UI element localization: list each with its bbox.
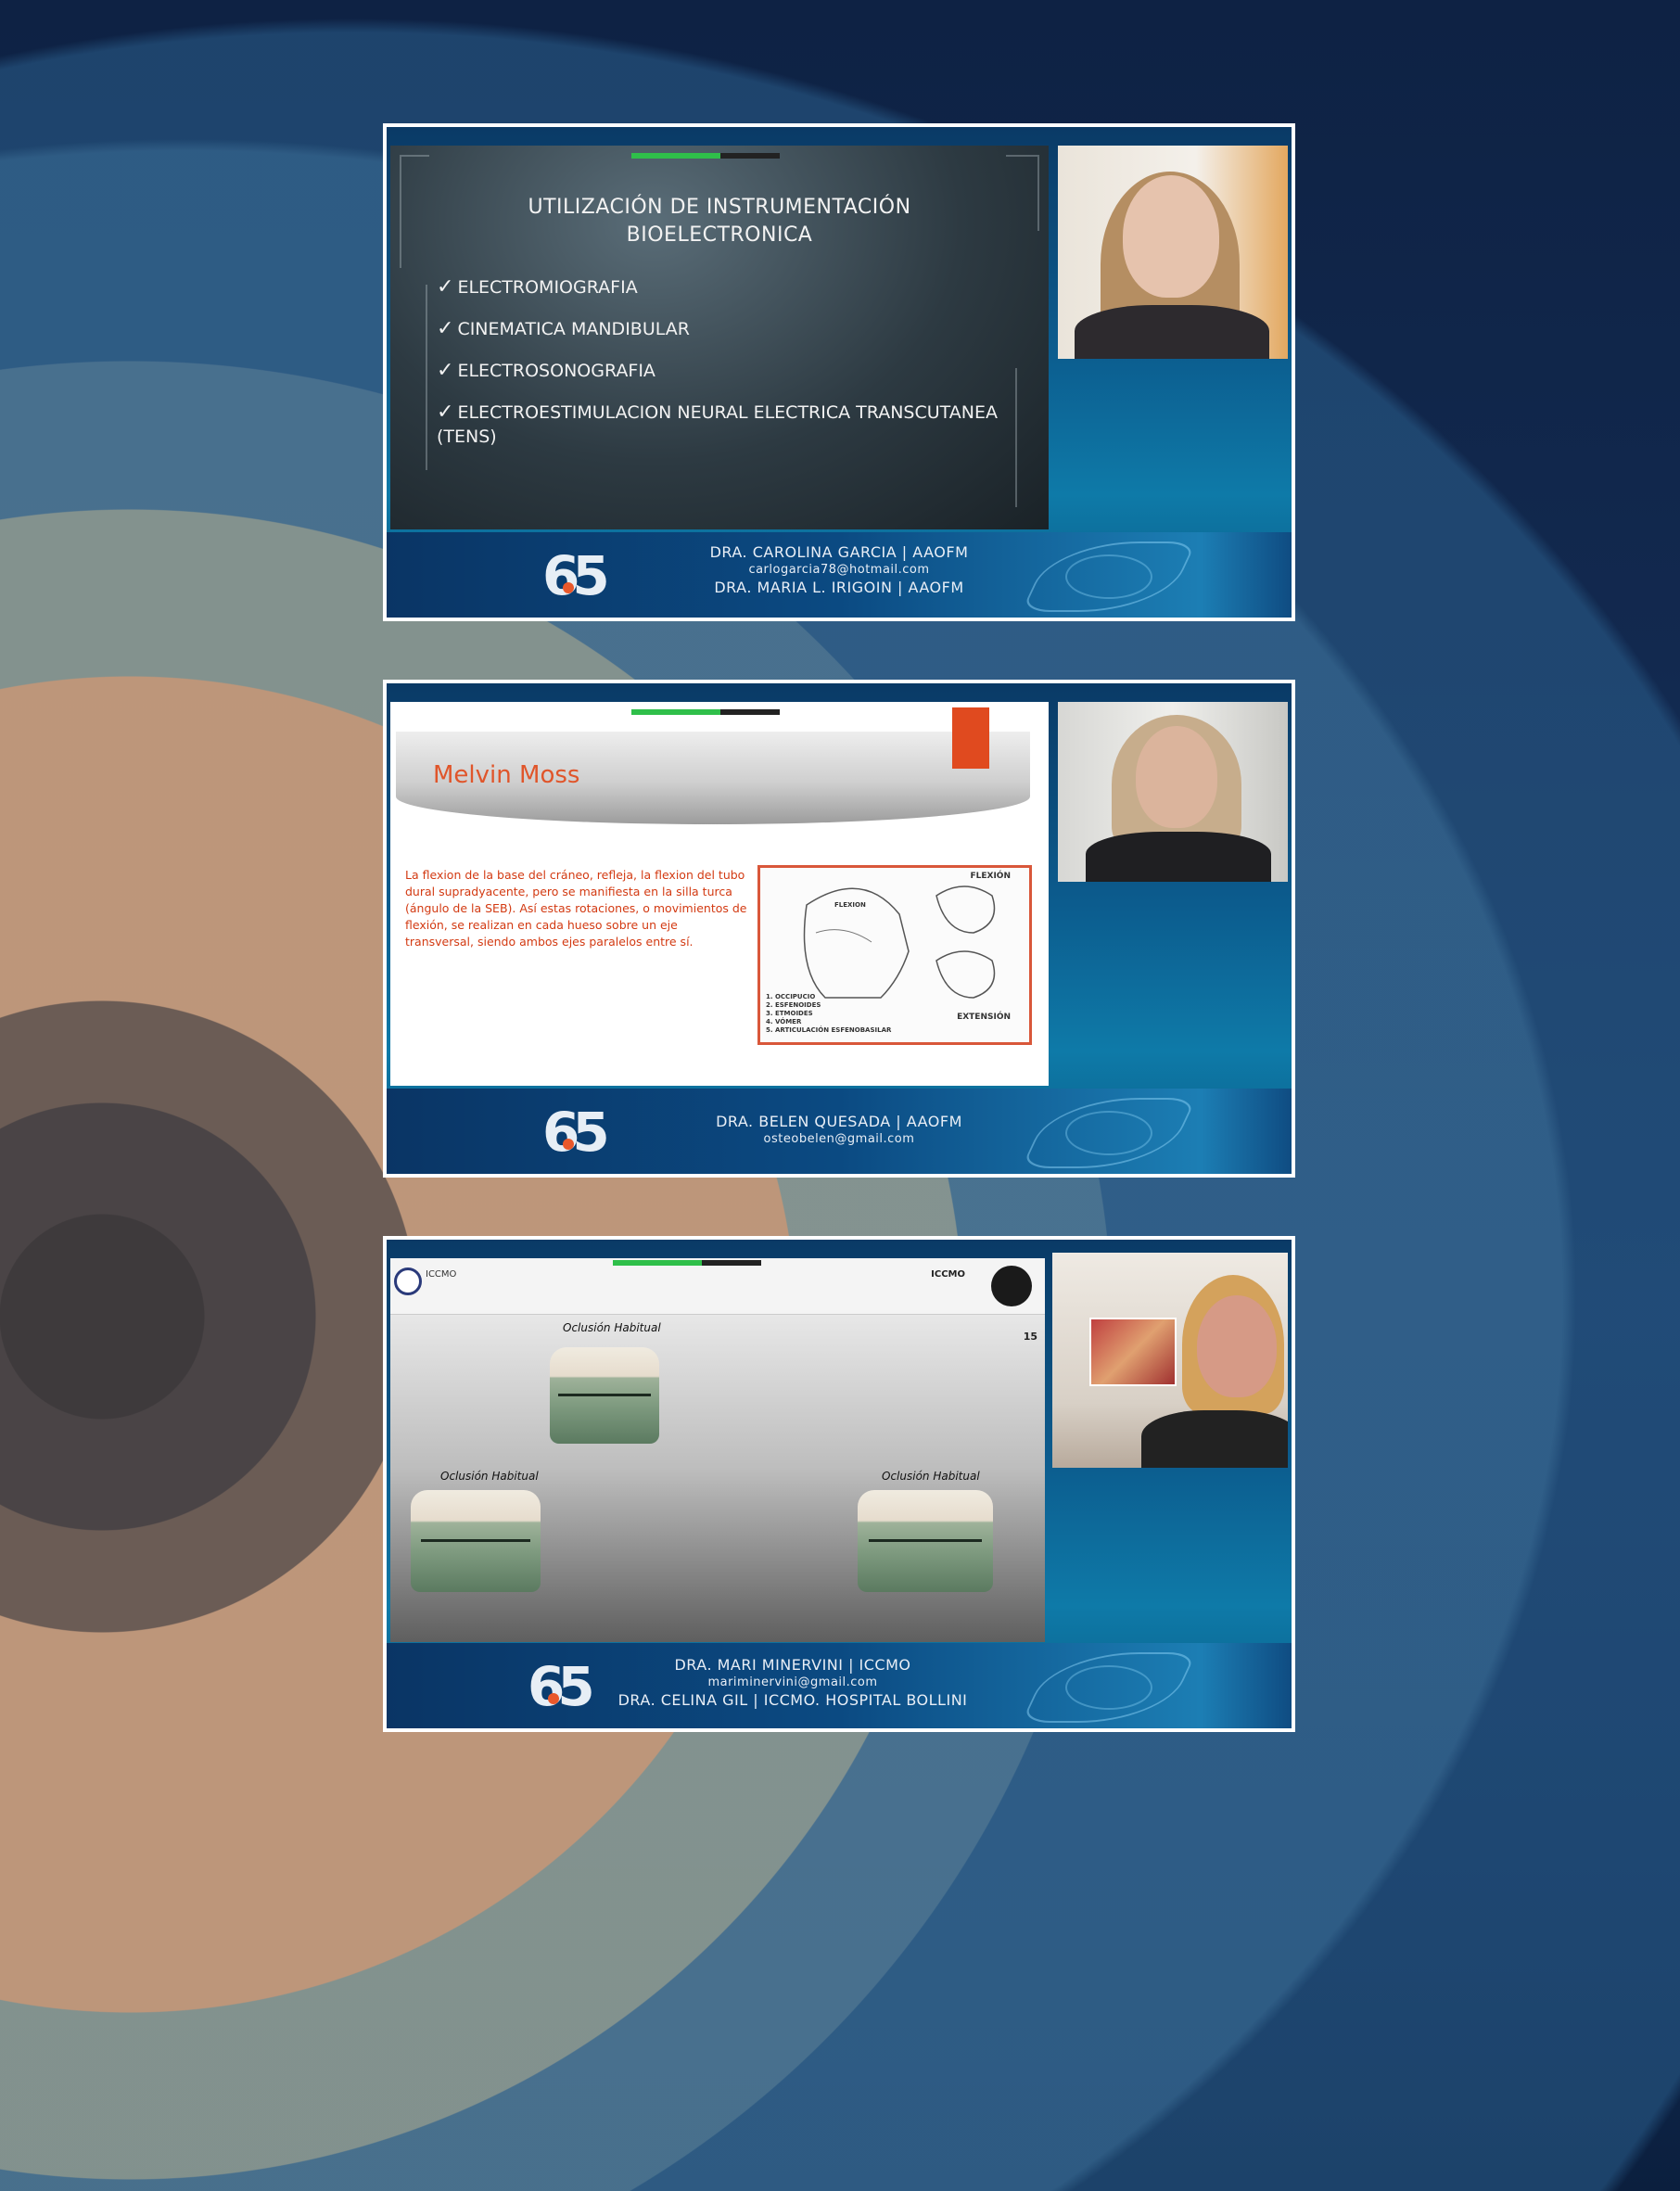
presentation-slide: ICCMO ICCMO 15 Oclusión Habitual Oclusió…	[390, 1258, 1045, 1642]
image-caption: Oclusión Habitual	[440, 1470, 539, 1483]
speaker-email: carlogarcia78@hotmail.com	[748, 563, 930, 577]
progress-bar	[631, 709, 780, 715]
header-org-right: ICCMO	[931, 1269, 965, 1280]
checkmark-icon: ✓	[437, 275, 454, 299]
speaker-email: osteobelen@gmail.com	[763, 1132, 915, 1146]
webcam-video	[1052, 1253, 1288, 1468]
figure-label: FLEXION	[834, 901, 866, 909]
checkmark-icon: ✓	[437, 317, 454, 340]
figure-label: FLEXIÓN	[970, 872, 1011, 881]
slide-title: Melvin Moss	[433, 761, 580, 789]
dental-model-image	[411, 1490, 541, 1592]
wall-painting	[1089, 1318, 1177, 1386]
video-panel-3: ICCMO ICCMO 15 Oclusión Habitual Oclusió…	[383, 1236, 1295, 1732]
speaker-email: mariminervini@gmail.com	[707, 1675, 878, 1689]
video-panel-2: Melvin Moss La flexion de la base del cr…	[383, 680, 1295, 1178]
list-item: ✓ CINEMATICA MANDIBULAR	[437, 317, 690, 340]
speaker-name: DRA. BELEN QUESADA | AAOFM	[716, 1113, 962, 1130]
list-item: ✓ ELECTROESTIMULACION NEURAL ELECTRICA TR…	[437, 401, 998, 447]
page-number: 15	[1023, 1331, 1037, 1343]
iccmo-logo	[991, 1266, 1032, 1306]
figure-legend: 1. OCCIPUCIO 2. ESFENOIDES 3. ETMOIDES 4…	[766, 993, 892, 1034]
image-caption: Oclusión Habitual	[882, 1470, 980, 1483]
checkmark-icon: ✓	[437, 359, 454, 382]
checkmark-icon: ✓	[437, 401, 454, 424]
dental-model-image	[550, 1347, 659, 1444]
webcam-video	[1058, 146, 1288, 359]
header-org: ICCMO	[426, 1269, 457, 1280]
accent-tab	[952, 707, 989, 769]
slide-title: UTILIZACIÓN DE INSTRUMENTACIÓN BIOELECTR…	[528, 196, 911, 247]
speaker-footer: 65 DRA. BELEN QUESADA | AAOFM osteobelen…	[387, 1089, 1292, 1174]
image-caption: Oclusión Habitual	[563, 1321, 661, 1334]
speaker-name: DRA. MARI MINERVINI | ICCMO	[674, 1656, 911, 1674]
speaker-name-2: DRA. MARIA L. IRIGOIN | AAOFM	[714, 579, 964, 596]
speaker-name-2: DRA. CELINA GIL | ICCMO. HOSPITAL BOLLIN…	[617, 1691, 968, 1709]
figure-label: EXTENSIÓN	[957, 1013, 1011, 1022]
webcam-video	[1058, 702, 1288, 882]
video-panel-1: UTILIZACIÓN DE INSTRUMENTACIÓN BIOELECTR…	[383, 123, 1295, 621]
bullet-list: ✓ ELECTROMIOGRAFIA ✓ CINEMATICA MANDIBULAR…	[437, 275, 1030, 466]
slide-body-text: La flexion de la base del cráneo, reflej…	[405, 868, 747, 949]
list-item: ✓ ELECTROMIOGRAFIA	[437, 275, 638, 299]
speaker-name: DRA. CAROLINA GARCIA | AAOFM	[709, 543, 969, 561]
presentation-slide: Melvin Moss La flexion de la base del cr…	[390, 702, 1049, 1086]
speaker-footer: 65 DRA. MARI MINERVINI | ICCMO mariminer…	[387, 1643, 1292, 1728]
iccmo-logo	[394, 1267, 422, 1295]
slide-header: ICCMO ICCMO	[390, 1258, 1045, 1315]
speaker-footer: 65 DRA. CAROLINA GARCIA | AAOFM carlogar…	[387, 532, 1292, 618]
presentation-slide: UTILIZACIÓN DE INSTRUMENTACIÓN BIOELECTR…	[390, 146, 1049, 529]
list-item: ✓ ELECTROSONOGRAFIA	[437, 359, 655, 382]
dental-model-image	[858, 1490, 993, 1592]
progress-bar	[613, 1260, 761, 1266]
progress-bar	[631, 153, 780, 159]
skull-diagram: FLEXIÓN FLEXION EXTENSIÓN 1. OCCIPUCIO 2…	[757, 865, 1032, 1045]
